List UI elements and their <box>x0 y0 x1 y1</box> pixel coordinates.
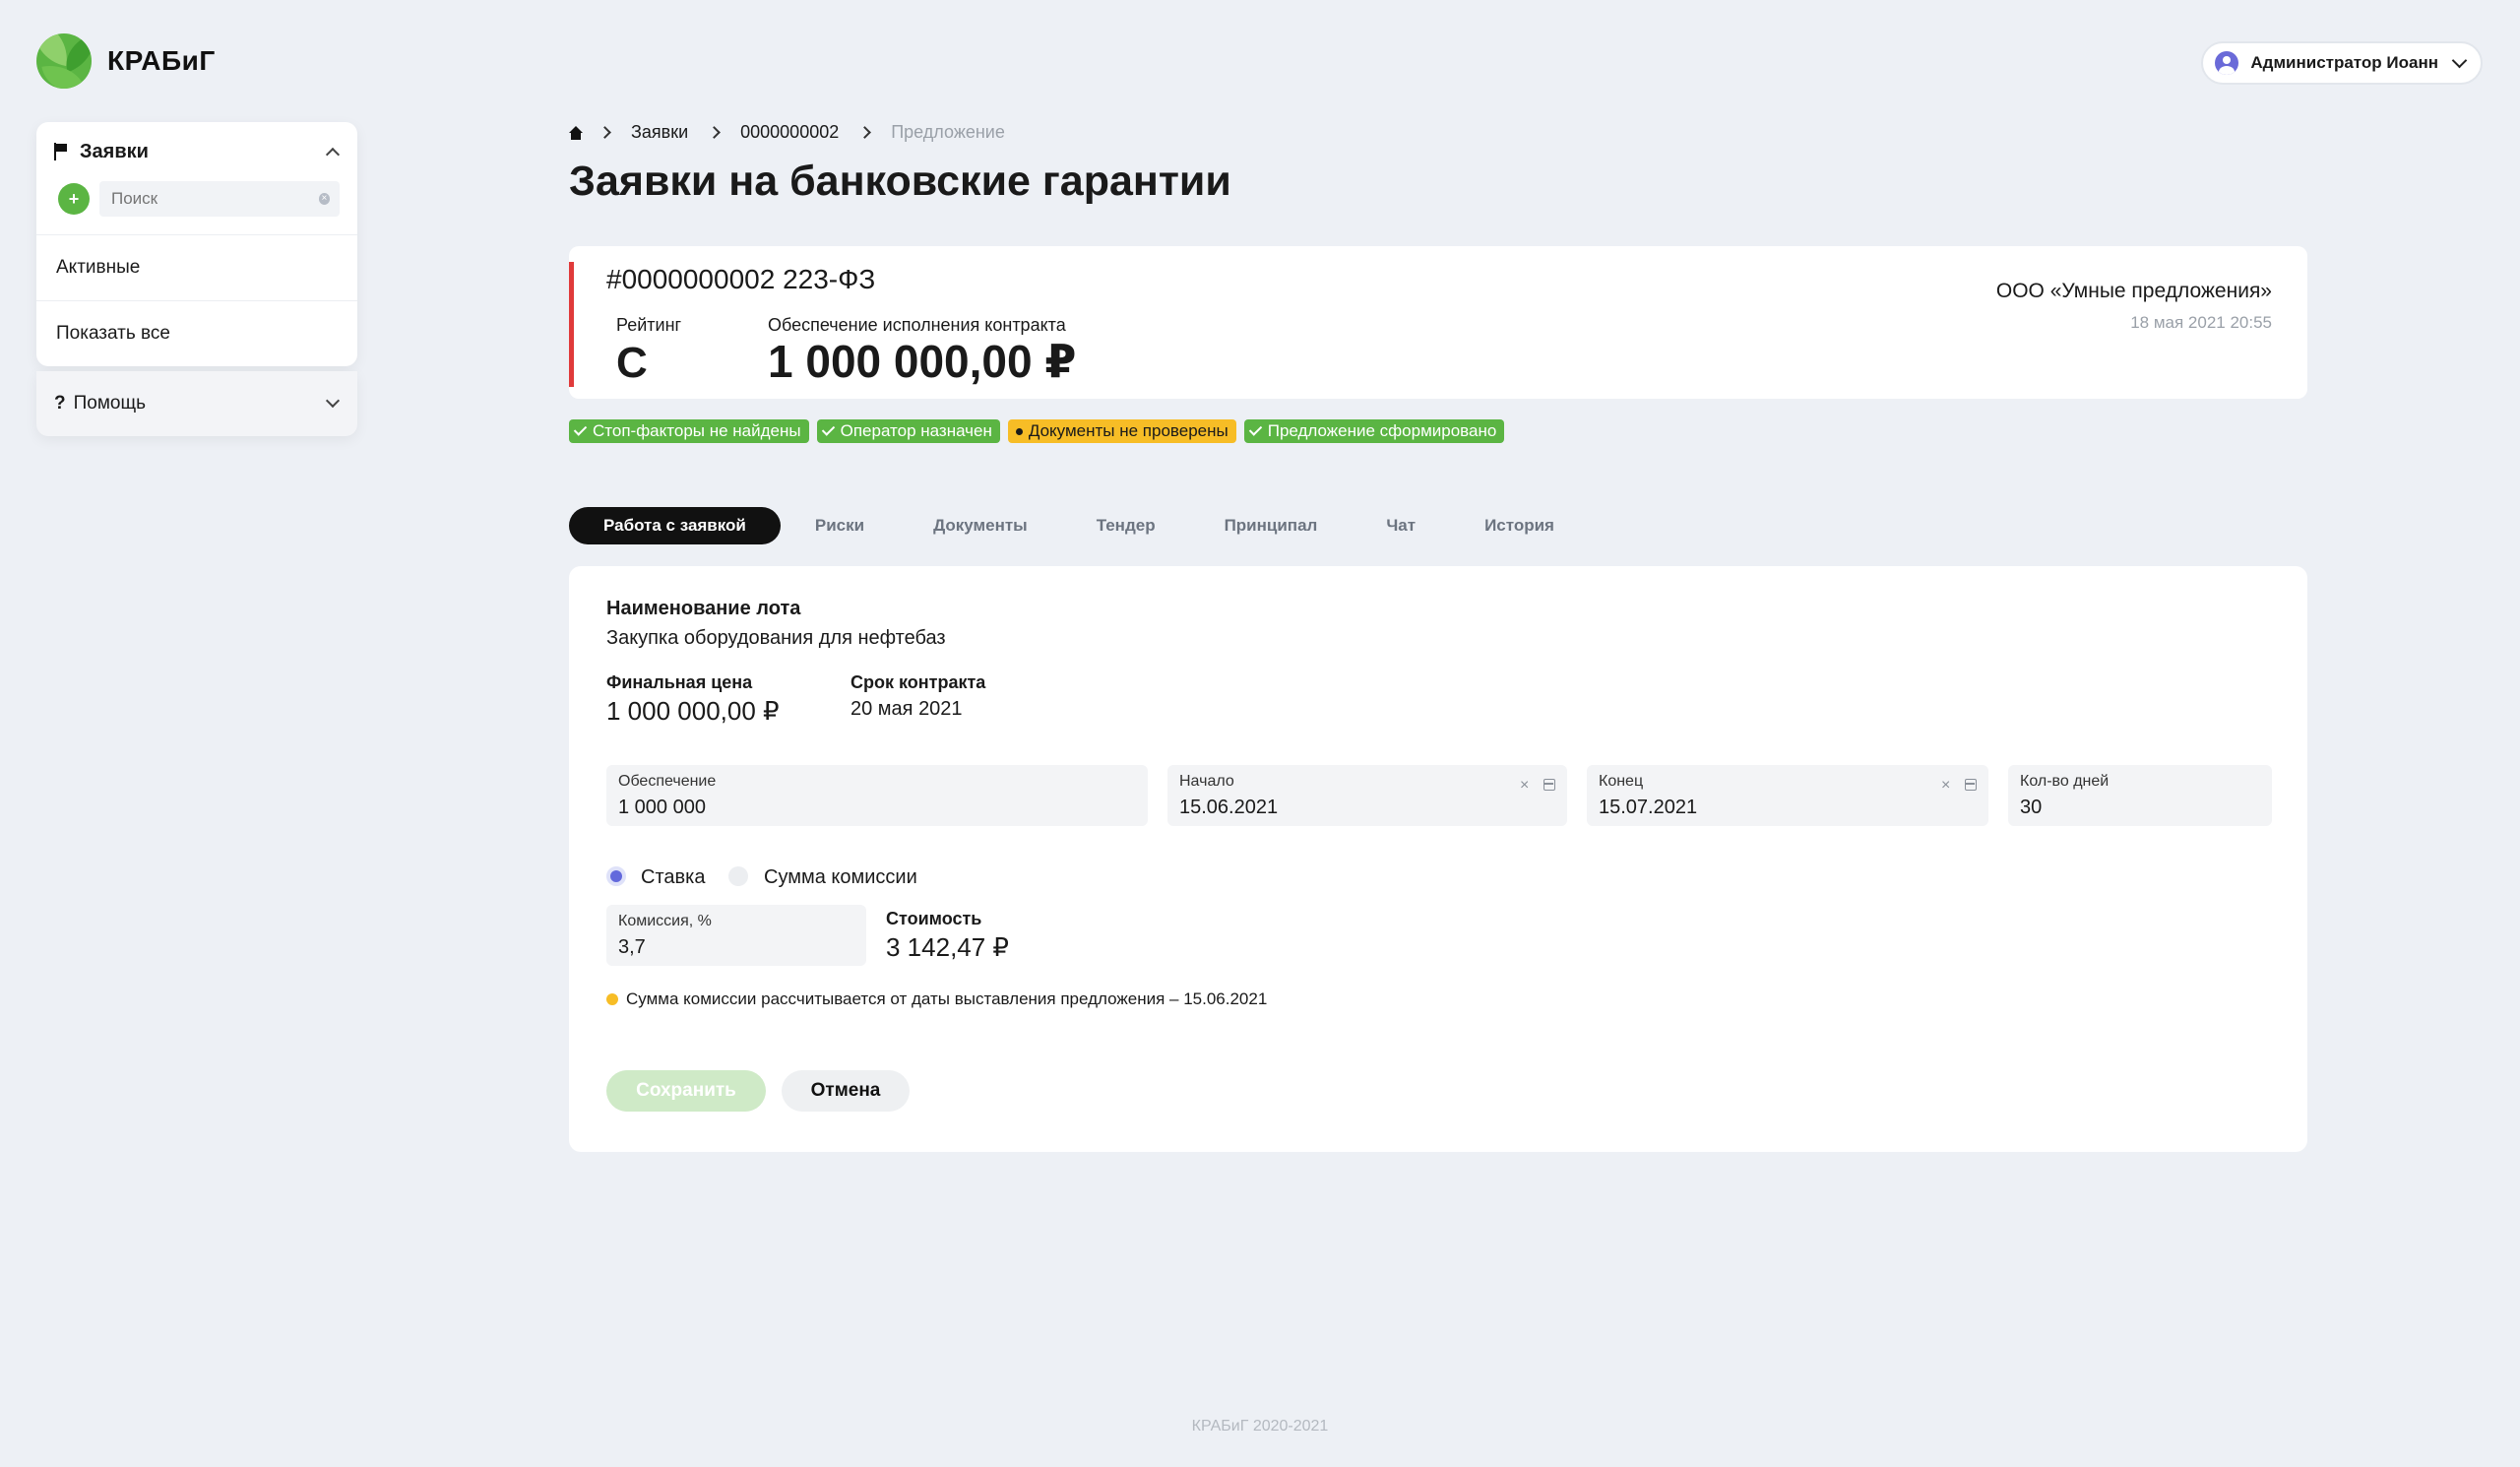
chevron-down-icon <box>325 393 341 409</box>
end-date-input[interactable]: 15.07.2021 <box>1599 797 1697 819</box>
sidebar-search-row: + × <box>36 181 357 234</box>
cost-value: 3 142,47 ₽ <box>886 932 1009 962</box>
chevron-down-icon <box>2451 52 2468 69</box>
contract-term-label: Срок контракта <box>850 672 986 692</box>
days-label: Кол-во дней <box>2020 773 2110 790</box>
user-name: Администратор Иоанн <box>2250 53 2438 72</box>
page-title: Заявки на банковские гарантии <box>569 158 1231 205</box>
help-label: Помощь <box>73 393 146 414</box>
sidebar-item-active[interactable]: Активные <box>36 234 357 300</box>
final-price-value: 1 000 000,00 ₽ <box>606 696 780 726</box>
check-icon <box>1248 422 1262 436</box>
application-card: #0000000002 223-ФЗ Рейтинг C Обеспечение… <box>569 246 2307 399</box>
chevron-right-icon <box>598 126 611 139</box>
final-price-label: Финальная цена <box>606 672 753 692</box>
tabs: Работа с заявкой Риски Документы Тендер … <box>569 507 1589 544</box>
info-icon <box>606 993 618 1005</box>
tab-chat[interactable]: Чат <box>1352 507 1450 544</box>
clear-search-icon[interactable]: × <box>318 193 330 205</box>
help-icon: ? <box>54 393 66 414</box>
security-input[interactable]: 1 000 000 <box>618 797 706 819</box>
cancel-button[interactable]: Отмена <box>782 1070 910 1112</box>
search-input[interactable] <box>109 188 319 210</box>
tab-principal[interactable]: Принципал <box>1190 507 1353 544</box>
lot-value: Закупка оборудования для нефтебаз <box>606 627 946 649</box>
sidebar-section-applications[interactable]: Заявки <box>36 122 357 181</box>
chevron-up-icon[interactable] <box>325 147 341 162</box>
rating-value: C <box>616 339 648 387</box>
clear-icon[interactable]: × <box>1520 777 1529 795</box>
chevron-right-icon <box>708 126 721 139</box>
status-badge-label: Стоп-факторы не найдены <box>593 421 801 440</box>
cost-label: Стоимость <box>886 909 982 928</box>
status-badge: Оператор назначен <box>816 419 1000 443</box>
lot-label: Наименование лота <box>606 598 801 619</box>
calendar-icon[interactable] <box>1965 779 1977 791</box>
check-icon <box>821 422 835 436</box>
user-menu-button[interactable]: Администратор Иоанн <box>2201 41 2483 85</box>
logo-leaf-icon <box>36 33 92 89</box>
home-icon[interactable] <box>569 125 583 140</box>
status-badge: Предложение сформировано <box>1243 419 1505 443</box>
start-date-input[interactable]: 15.06.2021 <box>1179 797 1278 819</box>
security-field[interactable]: Обеспечение 1 000 000 <box>606 765 1148 826</box>
breadcrumb-item-application[interactable]: 0000000002 <box>740 122 839 143</box>
radio-rate[interactable] <box>606 866 626 886</box>
days-field[interactable]: Кол-во дней 30 <box>2008 765 2272 826</box>
logo[interactable]: КРАБиГ <box>36 33 216 89</box>
tab-risks[interactable]: Риски <box>781 507 899 544</box>
sidebar-item-show-all[interactable]: Показать все <box>36 300 357 366</box>
organization-name[interactable]: ООО «Умные предложения» <box>1996 280 2272 303</box>
radio-commission[interactable] <box>728 866 748 886</box>
check-icon <box>573 422 588 436</box>
end-date-field[interactable]: Конец 15.07.2021 × <box>1587 765 1988 826</box>
radio-commission-label[interactable]: Сумма комиссии <box>764 866 917 889</box>
end-date-label: Конец <box>1599 773 1644 790</box>
start-date-field[interactable]: Начало 15.06.2021 × <box>1167 765 1567 826</box>
breadcrumb-item-applications[interactable]: Заявки <box>631 122 688 143</box>
amount-label: Обеспечение исполнения контракта <box>768 315 1066 335</box>
contract-term-value: 20 мая 2021 <box>850 698 963 720</box>
chevron-right-icon <box>858 126 872 139</box>
sidebar-help[interactable]: ? Помощь <box>36 371 357 436</box>
risk-accent-bar <box>569 262 574 387</box>
dot-icon <box>1015 427 1023 435</box>
calendar-icon[interactable] <box>1544 779 1555 791</box>
work-form-card: Наименование лота Закупка оборудования д… <box>569 566 2307 1152</box>
amount-value: 1 000 000,00 ₽ <box>768 336 1077 387</box>
rating-label: Рейтинг <box>616 315 682 335</box>
user-avatar-icon <box>2215 51 2239 75</box>
status-badge-label: Предложение сформировано <box>1267 421 1497 440</box>
commission-field[interactable]: Комиссия, % 3,7 <box>606 905 866 966</box>
status-badge: Стоп-факторы не найдены <box>569 419 809 443</box>
tab-tender[interactable]: Тендер <box>1062 507 1190 544</box>
start-date-label: Начало <box>1179 773 1234 790</box>
footer-copyright: КРАБиГ 2020-2021 <box>1191 1418 1329 1435</box>
sidebar-title: Заявки <box>80 140 149 162</box>
add-application-button[interactable]: + <box>58 183 90 215</box>
brand-name: КРАБиГ <box>107 45 216 76</box>
breadcrumb: Заявки 0000000002 Предложение <box>569 122 1027 143</box>
days-input[interactable]: 30 <box>2020 797 2042 819</box>
status-badge-label: Документы не проверены <box>1028 421 1228 440</box>
commission-label: Комиссия, % <box>618 913 712 929</box>
application-number: #0000000002 223-ФЗ <box>606 264 876 294</box>
status-badges: Стоп-факторы не найдены Оператор назначе… <box>569 419 1505 443</box>
tab-work[interactable]: Работа с заявкой <box>569 507 781 544</box>
flag-icon <box>54 143 68 160</box>
status-badge: Документы не проверены <box>1007 419 1236 443</box>
tab-documents[interactable]: Документы <box>899 507 1062 544</box>
clear-icon[interactable]: × <box>1941 777 1950 795</box>
info-note: Сумма комиссии рассчитывается от даты вы… <box>626 989 1268 1008</box>
breadcrumb-item-current: Предложение <box>891 122 1005 142</box>
save-button[interactable]: Сохранить <box>606 1070 766 1112</box>
status-badge-label: Оператор назначен <box>840 421 992 440</box>
sidebar: Заявки + × Активные Показать все <box>36 122 357 366</box>
commission-input[interactable]: 3,7 <box>618 936 646 959</box>
tab-history[interactable]: История <box>1450 507 1589 544</box>
radio-rate-label[interactable]: Ставка <box>641 866 705 889</box>
search-box: × <box>99 181 340 217</box>
security-label: Обеспечение <box>618 773 717 790</box>
application-date: 18 мая 2021 20:55 <box>2130 313 2272 332</box>
